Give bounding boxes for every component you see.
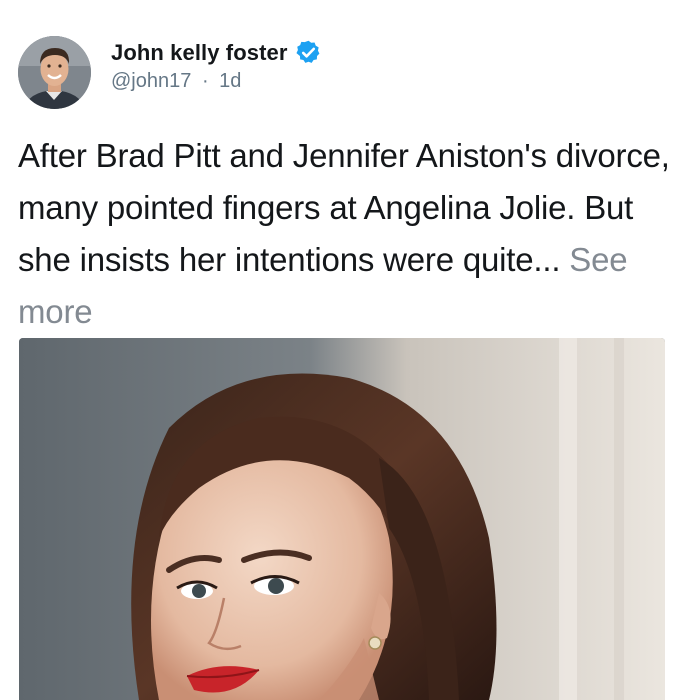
post-header: John kelly foster @john17 · 1d [18, 36, 322, 109]
post-text-block: After Brad Pitt and Jennifer Aniston's d… [18, 130, 683, 338]
meta-separator: · [201, 70, 209, 92]
author-meta: John kelly foster @john17 · 1d [111, 36, 322, 93]
author-name[interactable]: John kelly foster [111, 40, 288, 66]
author-name-row: John kelly foster [111, 39, 322, 66]
post-time[interactable]: 1d [219, 70, 241, 92]
avatar[interactable] [18, 36, 91, 109]
verified-icon [295, 39, 322, 66]
handle-row: @john17 · 1d [111, 70, 322, 93]
post-image[interactable] [19, 338, 665, 700]
post-card: John kelly foster @john17 · 1d After Bra… [0, 0, 700, 700]
author-handle[interactable]: @john17 [111, 70, 191, 92]
